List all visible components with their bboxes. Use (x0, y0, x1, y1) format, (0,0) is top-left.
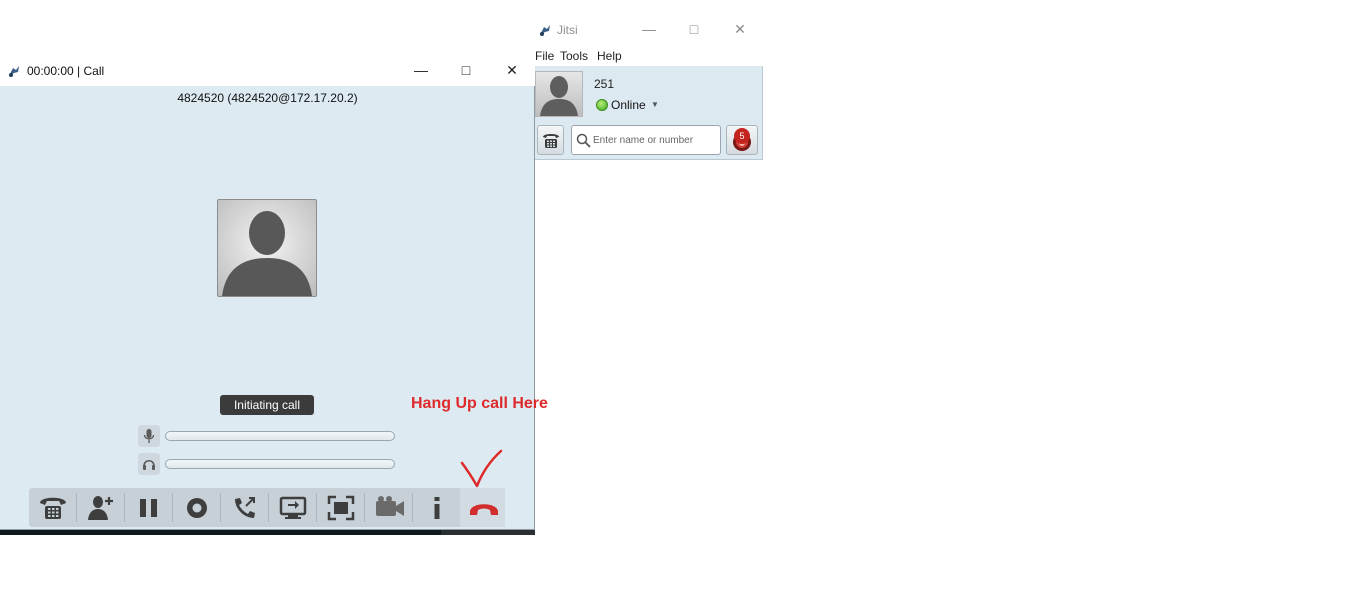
microphone-level-button[interactable] (138, 425, 160, 447)
video-button[interactable] (365, 488, 412, 527)
hangup-icon (470, 504, 498, 515)
notification-count-badge: 5 (734, 128, 750, 144)
status-online-icon (596, 99, 608, 111)
add-participant-button[interactable] (77, 488, 124, 527)
person-silhouette-icon (222, 211, 312, 296)
account-name: 251 (594, 77, 615, 91)
video-icon (376, 496, 404, 516)
call-titlebar: 00:00:00 | Call — □ ✕ (0, 55, 535, 86)
jitsi-window-title: Jitsi (557, 23, 578, 37)
desktop-share-button[interactable] (269, 488, 316, 527)
add-participant-icon (88, 496, 113, 520)
person-silhouette-icon (540, 76, 578, 116)
fullscreen-icon (327, 495, 355, 521)
chevron-down-icon[interactable]: ▼ (651, 100, 659, 109)
microphone-icon (143, 429, 155, 443)
transfer-call-icon (235, 497, 255, 518)
pause-icon (140, 499, 157, 517)
microphone-level-bar (165, 431, 395, 441)
maximize-button[interactable]: □ (456, 63, 476, 77)
speaker-level-bar (165, 459, 395, 469)
account-panel: 251 Online ▼ Enter name or number 5 (535, 66, 763, 160)
record-icon (187, 498, 207, 518)
peer-address: 4824520 (4824520@172.17.20.2) (177, 91, 358, 105)
maximize-button[interactable]: □ (684, 22, 704, 36)
close-button[interactable]: ✕ (730, 22, 750, 36)
notifications-button[interactable]: 5 (726, 125, 758, 155)
info-icon (434, 497, 440, 519)
hold-button[interactable] (125, 488, 172, 527)
call-status-label: Initiating call (220, 395, 314, 415)
peer-avatar (217, 199, 317, 297)
menu-help[interactable]: Help (597, 49, 622, 63)
speaker-level-button[interactable] (138, 453, 160, 475)
close-button[interactable]: ✕ (502, 63, 522, 77)
call-window-title: 00:00:00 | Call (27, 64, 105, 78)
jitsi-main-window: Jitsi — □ ✕ File Tools Help 251 Online ▼ (535, 14, 763, 160)
record-button[interactable] (173, 488, 220, 527)
menu-file[interactable]: File (535, 49, 554, 63)
dialpad-icon (543, 134, 559, 148)
dialpad-button[interactable] (537, 125, 564, 155)
menu-bar: File Tools Help (535, 46, 763, 66)
call-window: 00:00:00 | Call — □ ✕ 4824520 (4824520@1… (0, 55, 535, 530)
search-icon (576, 133, 591, 148)
dialpad-button[interactable] (29, 488, 76, 527)
transfer-call-button[interactable] (221, 488, 268, 527)
annotation-label: Hang Up call Here (411, 395, 548, 412)
jitsi-logo-icon (9, 66, 19, 77)
account-avatar[interactable] (535, 71, 583, 117)
headphones-icon (143, 459, 155, 470)
jitsi-titlebar: Jitsi — □ ✕ (535, 14, 763, 46)
search-input[interactable] (593, 132, 717, 148)
fullscreen-button[interactable] (317, 488, 364, 527)
minimize-button[interactable]: — (411, 63, 431, 77)
dialpad-icon (40, 497, 66, 519)
annotation-arrow-icon (460, 449, 503, 488)
minimize-button[interactable]: — (639, 22, 659, 36)
status-selector[interactable]: Online (611, 98, 646, 112)
search-field[interactable] (571, 125, 721, 155)
call-info-button[interactable] (413, 488, 460, 527)
jitsi-logo-icon (540, 25, 550, 36)
call-toolbar (29, 488, 505, 527)
hangup-button[interactable] (460, 488, 505, 527)
desktop-share-icon (279, 496, 307, 519)
menu-tools[interactable]: Tools (560, 49, 588, 63)
